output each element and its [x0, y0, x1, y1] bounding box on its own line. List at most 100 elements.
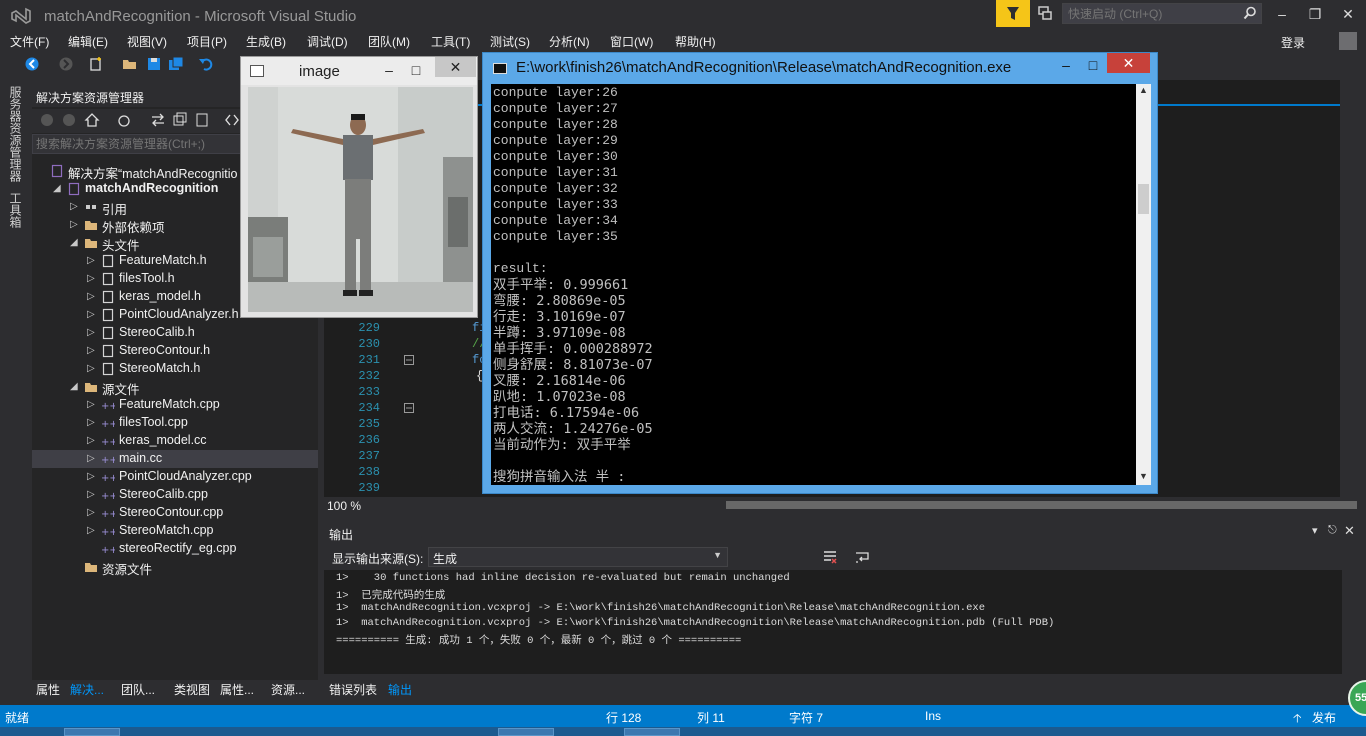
- tree-item[interactable]: ▷ ++ main.cc: [32, 450, 318, 468]
- chevron-right-icon[interactable]: ▷: [87, 471, 97, 483]
- scroll-down-icon[interactable]: ▼: [1139, 471, 1148, 481]
- chevron-right-icon[interactable]: ▷: [87, 489, 97, 501]
- feedback-icon[interactable]: [1036, 4, 1054, 22]
- chevron-right-icon[interactable]: ▷: [70, 201, 80, 213]
- collapse-icon[interactable]: [404, 403, 414, 413]
- home-icon[interactable]: [84, 112, 100, 128]
- chevron-right-icon[interactable]: ▷: [87, 435, 97, 447]
- chevron-down-icon[interactable]: ◢: [70, 237, 80, 249]
- taskbar-button[interactable]: [624, 728, 680, 736]
- tree-item[interactable]: ▷ ++ StereoContour.cpp: [32, 504, 318, 522]
- view-code-icon[interactable]: [224, 112, 240, 128]
- menu-analyze[interactable]: 分析(N): [549, 33, 590, 50]
- menu-edit[interactable]: 编辑(E): [68, 33, 108, 50]
- chevron-right-icon[interactable]: ▷: [87, 255, 97, 267]
- dropdown-icon[interactable]: ▾: [1312, 524, 1318, 537]
- console-scrollbar[interactable]: ▲ ▼: [1136, 84, 1151, 485]
- sign-in-link[interactable]: 登录: [1281, 34, 1305, 51]
- chevron-right-icon[interactable]: ▷: [87, 309, 97, 321]
- tree-item[interactable]: ▷ ++ StereoMatch.cpp: [32, 522, 318, 540]
- back-icon[interactable]: [24, 56, 40, 72]
- search-icon[interactable]: [1243, 6, 1257, 20]
- close-button[interactable]: ✕: [1335, 4, 1361, 24]
- tree-item[interactable]: ▷ ++ keras_model.cc: [32, 432, 318, 450]
- toolbox-tab[interactable]: 工具箱: [7, 192, 24, 228]
- chevron-right-icon[interactable]: ▷: [87, 363, 97, 375]
- menu-test[interactable]: 测试(S): [490, 33, 530, 50]
- save-icon[interactable]: [146, 56, 162, 72]
- clear-all-icon[interactable]: [822, 549, 838, 565]
- tab-solution-explorer[interactable]: 解决...: [70, 681, 104, 698]
- menu-debug[interactable]: 调试(D): [307, 33, 348, 50]
- chevron-down-icon[interactable]: ◢: [53, 183, 63, 195]
- menu-build[interactable]: 生成(B): [246, 33, 286, 50]
- menu-help[interactable]: 帮助(H): [675, 33, 716, 50]
- word-wrap-icon[interactable]: [854, 549, 870, 565]
- chevron-right-icon[interactable]: ▷: [70, 219, 80, 231]
- open-folder-icon[interactable]: [122, 56, 138, 72]
- quick-launch-input[interactable]: [1063, 4, 1233, 23]
- collapse-icon[interactable]: [404, 355, 414, 365]
- output-source-select[interactable]: 生成 ▼: [428, 547, 728, 567]
- user-avatar-icon[interactable]: [1339, 32, 1357, 50]
- restore-button[interactable]: ❐: [1302, 4, 1328, 24]
- menu-window[interactable]: 窗口(W): [610, 33, 653, 50]
- chevron-right-icon[interactable]: ▷: [87, 327, 97, 339]
- tab-error-list[interactable]: 错误列表: [329, 681, 377, 698]
- chevron-right-icon[interactable]: ▷: [87, 525, 97, 537]
- taskbar-button[interactable]: [498, 728, 554, 736]
- undo-icon[interactable]: [198, 56, 214, 72]
- tree-item[interactable]: ▷ StereoMatch.h: [32, 360, 318, 378]
- taskbar-button[interactable]: [64, 728, 120, 736]
- output-text-area[interactable]: 1> 30 functions had inline decision re-e…: [324, 570, 1342, 674]
- pin-icon[interactable]: ⎋: [1328, 524, 1337, 537]
- menu-view[interactable]: 视图(V): [127, 33, 167, 50]
- editor-vertical-scrollbar[interactable]: [1340, 125, 1357, 497]
- tree-item[interactable]: 资源文件: [32, 558, 318, 577]
- tree-item[interactable]: ▷ ++ StereoCalib.cpp: [32, 486, 318, 504]
- zoom-selector[interactable]: 100 %: [327, 499, 361, 513]
- menu-project[interactable]: 项目(P): [187, 33, 227, 50]
- menu-tools[interactable]: 工具(T): [431, 33, 470, 50]
- chevron-right-icon[interactable]: ▷: [87, 291, 97, 303]
- scroll-up-icon[interactable]: ▲: [1139, 85, 1148, 95]
- tab-team-explorer[interactable]: 团队...: [121, 681, 155, 698]
- menu-team[interactable]: 团队(M): [368, 33, 410, 50]
- tab-class-view[interactable]: 类视图: [174, 681, 210, 698]
- show-all-files-icon[interactable]: [194, 112, 210, 128]
- quick-launch-box[interactable]: [1062, 3, 1262, 24]
- menu-file[interactable]: 文件(F): [10, 33, 49, 50]
- chevron-right-icon[interactable]: ▷: [87, 507, 97, 519]
- chevron-right-icon[interactable]: ▷: [87, 417, 97, 429]
- maximize-button[interactable]: □: [1080, 55, 1106, 75]
- chevron-right-icon[interactable]: ▷: [87, 453, 97, 465]
- tab-property-manager[interactable]: 属性...: [220, 681, 254, 698]
- image-window-titlebar[interactable]: image – □ ✕: [241, 57, 477, 85]
- chevron-down-icon[interactable]: ◢: [70, 381, 80, 393]
- collapse-all-icon[interactable]: [172, 112, 188, 128]
- minimize-button[interactable]: –: [1269, 4, 1295, 24]
- scrollbar-thumb[interactable]: [1138, 184, 1149, 214]
- forward-icon[interactable]: [58, 56, 74, 72]
- tree-item[interactable]: ◢ 源文件: [32, 378, 318, 397]
- maximize-button[interactable]: □: [404, 60, 428, 80]
- tree-item[interactable]: ▷ ++ FeatureMatch.cpp: [32, 396, 318, 414]
- forward-icon[interactable]: [62, 113, 76, 127]
- close-icon[interactable]: ✕: [1344, 523, 1355, 539]
- save-all-icon[interactable]: [168, 56, 184, 72]
- tree-item[interactable]: ▷ ++ PointCloudAnalyzer.cpp: [32, 468, 318, 486]
- new-project-icon[interactable]: [88, 56, 104, 72]
- minimize-button[interactable]: –: [377, 60, 401, 80]
- back-icon[interactable]: [40, 113, 54, 127]
- tab-resource-view[interactable]: 资源...: [271, 681, 305, 698]
- tree-item[interactable]: ▷ StereoCalib.h: [32, 324, 318, 342]
- chevron-right-icon[interactable]: ▷: [87, 399, 97, 411]
- close-button[interactable]: ✕: [435, 57, 476, 77]
- chevron-right-icon[interactable]: ▷: [87, 273, 97, 285]
- server-explorer-tab[interactable]: 服务器资源管理器: [7, 86, 24, 182]
- tree-item[interactable]: ++ stereoRectify_eg.cpp: [32, 540, 318, 558]
- chevron-right-icon[interactable]: ▷: [87, 345, 97, 357]
- sync-icon[interactable]: [150, 112, 166, 128]
- console-output[interactable]: conpute layer:26 conpute layer:27 conpute …: [491, 84, 1136, 485]
- publish-button[interactable]: 发布: [1312, 709, 1336, 726]
